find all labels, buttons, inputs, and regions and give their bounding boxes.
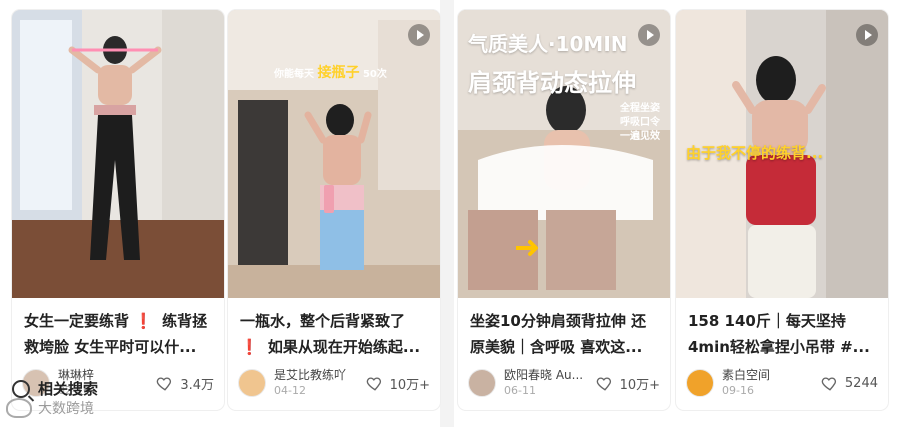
author-info[interactable]: 欧阳春晓 Au... 06-11 xyxy=(504,367,583,399)
like-count: 5244 xyxy=(844,375,878,391)
thumbnail-art xyxy=(228,10,440,298)
card-title[interactable]: 一瓶水，整个后背紧致了 ❗ 如果从现在开始练起... xyxy=(240,308,430,360)
search-icon xyxy=(12,379,30,398)
overlay-side-2: 呼吸口令 xyxy=(620,117,660,128)
author-info[interactable]: 素白空间 09-16 xyxy=(722,367,770,399)
like-count: 3.4万 xyxy=(180,377,214,393)
author-name[interactable]: 是艾比教练吖 xyxy=(274,367,346,383)
play-icon[interactable] xyxy=(856,24,878,46)
column-gap xyxy=(440,0,454,427)
avatar[interactable] xyxy=(686,369,714,397)
card-thumbnail[interactable]: 由于我不停的练背... xyxy=(676,10,888,298)
overlay-text-small-2: 50次 xyxy=(362,69,387,80)
author-name[interactable]: 欧阳春晓 Au... xyxy=(504,367,583,383)
heart-outline-icon xyxy=(821,377,836,391)
watermark-logo-icon xyxy=(6,398,32,418)
like-count: 10万+ xyxy=(389,377,430,393)
overlay-side-3: 一遍见效 xyxy=(620,131,660,142)
like-button[interactable]: 10万+ xyxy=(596,374,660,393)
post-date: 04-12 xyxy=(274,384,306,397)
watermark: 大数跨境 xyxy=(6,398,94,418)
card-meta: 欧阳春晓 Au... 06-11 10万+ xyxy=(468,366,660,400)
overlay-text-small: 你能每天 xyxy=(274,69,314,80)
overlay-caption: 由于我不停的练背... xyxy=(686,144,824,162)
play-icon[interactable] xyxy=(638,24,660,46)
like-button[interactable]: 10万+ xyxy=(366,374,430,393)
avatar[interactable] xyxy=(468,369,496,397)
heart-outline-icon xyxy=(366,377,381,391)
related-search[interactable]: 相关搜索 xyxy=(12,378,98,399)
related-search-label: 相关搜索 xyxy=(38,380,99,398)
feed-card-1[interactable]: 女生一定要练背 ❗ 练背拯救垮脸 女生平时可以什... 琳琳梓 02-16 3.… xyxy=(12,10,224,410)
card-thumbnail[interactable] xyxy=(12,10,224,298)
feed-card-3[interactable]: 气质美人·10MIN 肩颈背动态拉伸 全程坐姿 呼吸口令 一遍见效 坐姿10分钟… xyxy=(458,10,670,410)
overlay-highlight: 接瓶子 xyxy=(317,65,360,81)
feed-card-4[interactable]: 由于我不停的练背... 158 140斤｜每天坚持 4min轻松拿捏小吊带 #.… xyxy=(676,10,888,410)
heart-outline-icon xyxy=(596,377,611,391)
card-meta: 素白空间 09-16 5244 xyxy=(686,366,878,400)
play-icon[interactable] xyxy=(408,24,430,46)
card-thumbnail[interactable]: 气质美人·10MIN 肩颈背动态拉伸 全程坐姿 呼吸口令 一遍见效 xyxy=(458,10,670,298)
overlay-headline-2: 肩颈背动态拉伸 xyxy=(468,69,636,97)
avatar[interactable] xyxy=(238,369,266,397)
card-title[interactable]: 坐姿10分钟肩颈背拉伸 还原美貌｜含呼吸 喜欢这... xyxy=(470,308,660,360)
card-title[interactable]: 女生一定要练背 ❗ 练背拯救垮脸 女生平时可以什... xyxy=(24,308,214,360)
card-meta: 是艾比教练吖 04-12 10万+ xyxy=(238,366,430,400)
author-name[interactable]: 素白空间 xyxy=(722,367,770,383)
overlay-side-1: 全程坐姿 xyxy=(620,103,660,114)
card-title[interactable]: 158 140斤｜每天坚持 4min轻松拿捏小吊带 #... xyxy=(688,308,878,360)
like-button[interactable]: 5244 xyxy=(821,374,878,392)
watermark-text: 大数跨境 xyxy=(38,401,94,417)
like-button[interactable]: 3.4万 xyxy=(156,374,214,393)
overlay-headline-1: 气质美人·10MIN xyxy=(468,32,628,56)
like-count: 10万+ xyxy=(619,377,660,393)
card-thumbnail[interactable]: 你能每天 接瓶子 50次 xyxy=(228,10,440,298)
heart-outline-icon xyxy=(157,377,172,391)
author-info[interactable]: 是艾比教练吖 04-12 xyxy=(274,367,346,399)
post-date: 09-16 xyxy=(722,384,754,397)
post-date: 06-11 xyxy=(504,384,536,397)
feed-card-2[interactable]: 你能每天 接瓶子 50次 一瓶水，整个后背紧致了 ❗ 如果从现在开始练起... … xyxy=(228,10,440,410)
thumbnail-art xyxy=(12,10,224,298)
